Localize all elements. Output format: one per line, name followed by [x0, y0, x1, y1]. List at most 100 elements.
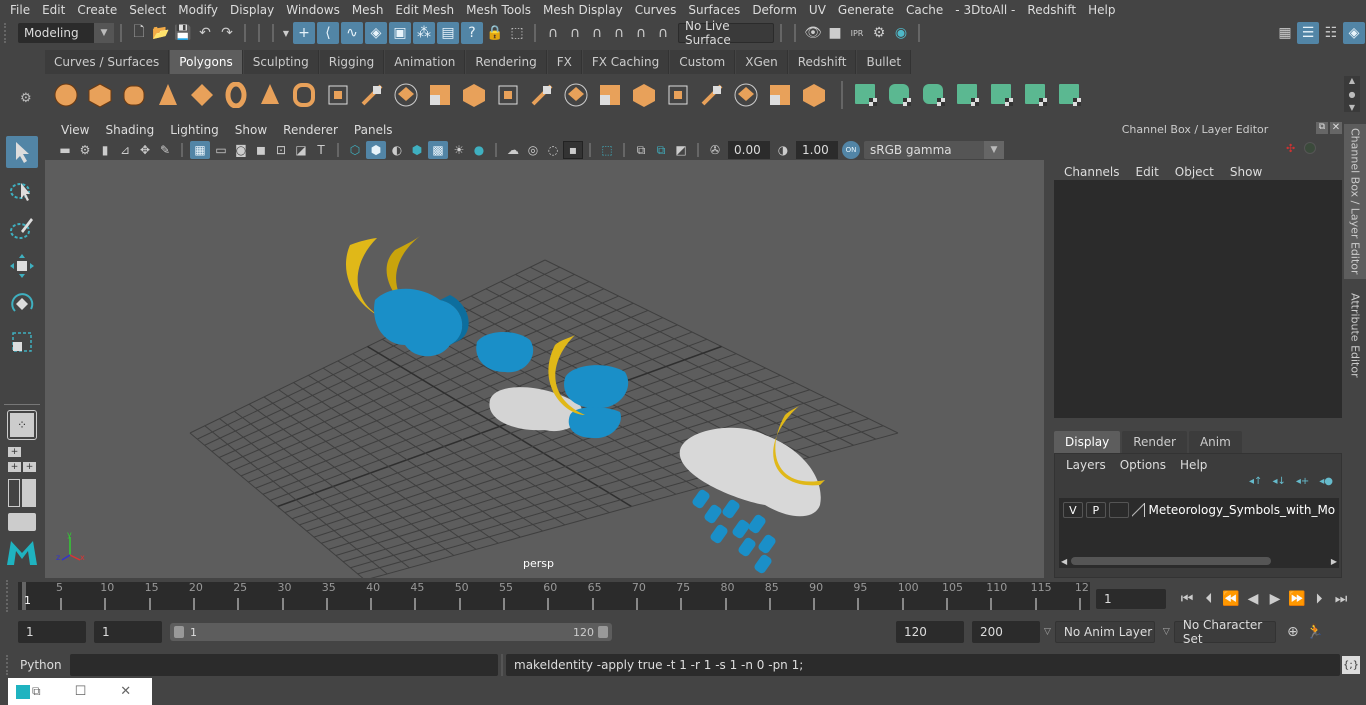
- single-perspective-layout-button[interactable]: ⁘: [7, 410, 37, 440]
- select-mask-rendering-icon[interactable]: ▤: [437, 22, 459, 44]
- viewport-menu-panels[interactable]: Panels: [346, 123, 401, 137]
- range-slider[interactable]: 1 120: [170, 623, 612, 641]
- live-surface-field[interactable]: No Live Surface: [678, 19, 774, 47]
- select-by-object-type-icon[interactable]: ⟨: [317, 22, 339, 44]
- highlight-selection-icon[interactable]: ⬚: [506, 22, 528, 44]
- uv-cylindrical-icon[interactable]: [885, 80, 915, 110]
- poly-pipe-icon[interactable]: [289, 80, 319, 110]
- side-tab-channel-box[interactable]: Channel Box / Layer Editor: [1344, 124, 1366, 279]
- shadows-icon[interactable]: ●: [469, 141, 489, 159]
- uv-editor-icon[interactable]: [1021, 80, 1051, 110]
- outliner-layout-button[interactable]: [8, 479, 36, 507]
- snap-point-icon[interactable]: ∩: [586, 22, 608, 44]
- move-layer-up-icon[interactable]: ◂↑: [1249, 476, 1262, 487]
- cmdline-drag-handle[interactable]: [6, 655, 12, 675]
- poly-pyramid-icon[interactable]: [255, 80, 285, 110]
- grease-pencil-icon[interactable]: ✎: [155, 141, 175, 159]
- scene-canvas[interactable]: y x z: [45, 160, 1044, 578]
- play-backwards-icon[interactable]: ◀: [1242, 588, 1264, 610]
- channel-box-toggle-icon[interactable]: ☰: [1297, 22, 1319, 44]
- close-window-icon[interactable]: ✕: [120, 684, 131, 699]
- color-space-dropdown[interactable]: sRGB gamma ▼: [864, 141, 1004, 159]
- open-scene-icon[interactable]: 📂: [150, 22, 172, 44]
- moon-cloud-rain-object-3[interactable]: [679, 405, 825, 575]
- command-input[interactable]: [70, 654, 498, 676]
- color-management-toggle[interactable]: ON: [842, 141, 860, 159]
- viewport-menu-renderer[interactable]: Renderer: [275, 123, 346, 137]
- chevron-down-icon[interactable]: ▽: [1044, 627, 1051, 637]
- channel-list[interactable]: [1054, 180, 1342, 418]
- image-plane-icon[interactable]: ⊿: [115, 141, 135, 159]
- insert-edge-loop-icon[interactable]: [697, 80, 727, 110]
- bevel-icon[interactable]: [493, 80, 523, 110]
- select-mask-points-icon[interactable]: ◈: [365, 22, 387, 44]
- viewport-menu-view[interactable]: View: [53, 123, 97, 137]
- layer-name[interactable]: Meteorology_Symbols_with_Moon_S: [1148, 503, 1335, 517]
- poly-plane-icon[interactable]: [187, 80, 217, 110]
- attribute-editor-toggle-icon[interactable]: ☷: [1320, 22, 1342, 44]
- chevron-down-icon[interactable]: ▽: [1163, 627, 1170, 637]
- drag-handle[interactable]: [4, 23, 18, 43]
- channel-box-menu-object[interactable]: Object: [1167, 165, 1222, 179]
- menuset-dropdown[interactable]: Modeling ▼: [18, 23, 114, 43]
- modeling-toolkit-icon[interactable]: ▦: [1274, 22, 1296, 44]
- select-mask-deformations-icon[interactable]: ▣: [389, 22, 411, 44]
- lasso-tool[interactable]: [6, 174, 38, 206]
- new-scene-icon[interactable]: 🗋: [128, 22, 150, 44]
- save-scene-icon[interactable]: 💾: [172, 22, 194, 44]
- move-tool[interactable]: [6, 250, 38, 282]
- poly-cylinder-icon[interactable]: [119, 80, 149, 110]
- step-forward-frame-icon[interactable]: ⏵: [1308, 588, 1330, 610]
- uv-unfold-icon[interactable]: [987, 80, 1017, 110]
- viewport-menu-lighting[interactable]: Lighting: [162, 123, 227, 137]
- layer-menu-help[interactable]: Help: [1173, 458, 1214, 472]
- layer-editor-toggle-icon[interactable]: ◈: [1343, 22, 1365, 44]
- scale-tool[interactable]: [6, 326, 38, 358]
- graph-layout-button[interactable]: [8, 513, 36, 531]
- playback-end-field[interactable]: 120: [896, 621, 964, 643]
- xray-active-icon[interactable]: ◩: [671, 141, 691, 159]
- uv-planar-icon[interactable]: [851, 80, 881, 110]
- menu-generate[interactable]: Generate: [832, 3, 900, 17]
- script-language-toggle[interactable]: Python: [20, 658, 70, 672]
- camera-icon[interactable]: ▬: [55, 141, 75, 159]
- poly-sphere-icon[interactable]: [51, 80, 81, 110]
- menu-display[interactable]: Display: [224, 3, 280, 17]
- hypershade-icon[interactable]: ◉: [890, 22, 912, 44]
- depth-of-field-icon[interactable]: ▪: [563, 141, 583, 159]
- layer-row[interactable]: V P Meteorology_Symbols_with_Moon_S: [1059, 498, 1339, 522]
- combine-icon[interactable]: [323, 80, 353, 110]
- default-material-icon[interactable]: ◐: [387, 141, 407, 159]
- shelf-tab-fx[interactable]: FX: [547, 50, 582, 74]
- extract-icon[interactable]: [459, 80, 489, 110]
- viewport-menu-show[interactable]: Show: [227, 123, 275, 137]
- menu-cache[interactable]: Cache: [900, 3, 949, 17]
- current-frame-field[interactable]: 1: [1096, 589, 1166, 609]
- xray-joints-icon[interactable]: ⧉: [651, 141, 671, 159]
- menu-edit[interactable]: Edit: [36, 3, 71, 17]
- two-d-pan-zoom-icon[interactable]: ✥: [135, 141, 155, 159]
- smooth-icon[interactable]: [425, 80, 455, 110]
- moon-cloud-object-1[interactable]: [345, 236, 469, 357]
- layer-tab-display[interactable]: Display: [1054, 431, 1121, 453]
- rotate-tool[interactable]: [6, 288, 38, 320]
- shelf-scroll[interactable]: ▲ ● ▼: [1344, 76, 1360, 112]
- menu-curves[interactable]: Curves: [629, 3, 683, 17]
- bookmark-icon[interactable]: ▮: [95, 141, 115, 159]
- shelf-tab-polygons[interactable]: Polygons: [170, 50, 243, 74]
- bridge-icon[interactable]: [527, 80, 557, 110]
- select-by-hierarchy-icon[interactable]: +: [293, 22, 315, 44]
- uv-automatic-icon[interactable]: [953, 80, 983, 110]
- layer-menu-layers[interactable]: Layers: [1059, 458, 1113, 472]
- chevron-down-icon[interactable]: ▼: [280, 22, 292, 44]
- camera-attributes-icon[interactable]: ⚙: [75, 141, 95, 159]
- character-set-dropdown[interactable]: No Character Set: [1173, 618, 1276, 646]
- select-mask-dynamics-icon[interactable]: ⁂: [413, 22, 435, 44]
- move-layer-down-icon[interactable]: ◂↓: [1272, 476, 1285, 487]
- uv-layout-icon[interactable]: [1055, 80, 1085, 110]
- render-view-icon[interactable]: 👁: [802, 22, 824, 44]
- step-forward-key-icon[interactable]: ⏩: [1286, 588, 1308, 610]
- select-tool[interactable]: [6, 136, 38, 168]
- step-back-key-icon[interactable]: ⏪: [1220, 588, 1242, 610]
- shelf-menu-dot-icon[interactable]: ●: [1349, 90, 1356, 99]
